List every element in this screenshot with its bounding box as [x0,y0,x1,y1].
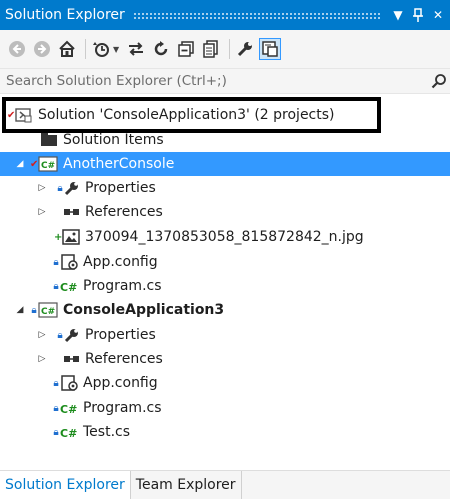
tree-item-program-cs[interactable]: 🔒︎ C# Program.cs [0,274,450,298]
properties-label: Properties [85,327,156,343]
dropdown-icon[interactable]: ▼ [390,5,406,25]
tab-team-explorer[interactable]: Team Explorer [131,471,242,499]
csharp-file-icon: C# [60,279,78,293]
expand-arrow-icon[interactable]: ▷ [36,207,48,217]
bottom-tabs: Solution Explorer Team Explorer [0,470,450,499]
title-bar: Solution Explorer ▼ ✕ [0,0,450,30]
solution-items-label: Solution Items [63,132,164,148]
tree-item-app-config[interactable]: 🔒︎ App.config [0,250,450,274]
drag-grip[interactable] [132,11,382,19]
preview-icon[interactable] [259,38,282,60]
history-icon[interactable] [90,38,112,60]
tree-item-image-file[interactable]: + 370094_1370853058_815872842_n.jpg [0,225,450,249]
folder-icon [40,133,58,147]
wrench-icon [64,327,80,343]
svg-text:C#: C# [60,427,77,439]
references-icon [64,353,80,365]
tab-solution-explorer[interactable]: Solution Explorer [0,471,131,499]
references-label: References [85,204,163,220]
tree-item-solution[interactable]: ✔ Solution 'ConsoleApplication3' (2 proj… [0,103,450,127]
csharp-project-icon: C# [38,156,58,172]
program-cs-label: Program.cs [83,278,162,294]
solution-label: Solution 'ConsoleApplication3' (2 projec… [38,107,335,123]
checkmark-icon: ✔ [30,158,39,170]
tree-item-app-config[interactable]: 🔒︎ App.config [0,371,450,395]
solution-icon [15,107,33,123]
lock-icon: 🔒︎ [53,426,59,438]
expand-arrow-icon[interactable]: ▷ [36,354,48,364]
svg-text:C#: C# [41,161,55,171]
lock-icon: 🔒︎ [53,402,59,414]
pin-icon[interactable] [410,5,426,25]
lock-icon: 🔒︎ [53,280,59,292]
refresh-icon[interactable] [150,38,172,60]
search-input[interactable] [0,73,428,89]
tree-item-properties[interactable]: ▷ 🔒︎ Properties [0,323,450,347]
svg-text:C#: C# [41,307,55,317]
back-icon[interactable] [6,38,28,60]
search-bar [0,68,450,94]
svg-text:C#: C# [60,281,77,293]
forward-icon[interactable] [31,38,53,60]
checkmark-icon: ✔ [7,109,16,121]
solution-tree: ✔ Solution 'ConsoleApplication3' (2 proj… [0,96,450,468]
references-label: References [85,351,163,367]
csharp-file-icon: C# [60,425,78,439]
history-dropdown-icon[interactable]: ▼ [113,45,119,54]
test-cs-label: Test.cs [83,424,131,440]
home-icon[interactable] [56,38,78,60]
properties-label: Properties [85,180,156,196]
toolbar-separator [229,39,231,59]
window-title: Solution Explorer [5,7,125,23]
lock-icon: 🔒︎ [57,182,63,194]
config-file-icon [60,375,78,391]
lock-icon: 🔒︎ [31,304,37,316]
tree-item-project-anotherconsole[interactable]: ◢ ✔ C# AnotherConsole [0,152,450,176]
tree-item-program-cs[interactable]: 🔒︎ C# Program.cs [0,396,450,420]
expand-arrow-icon[interactable]: ▷ [36,183,48,193]
image-file-label: 370094_1370853058_815872842_n.jpg [85,229,364,245]
csharp-project-icon: C# [38,302,58,318]
collapse-all-icon[interactable] [175,38,197,60]
tree-item-references[interactable]: ▷ References [0,200,450,224]
show-all-files-icon[interactable] [200,38,222,60]
config-file-icon [60,254,78,270]
toolbar: ▼ [0,30,450,68]
wrench-icon [64,180,80,196]
tree-item-solution-items[interactable]: Solution Items [0,128,450,152]
lock-icon: 🔒︎ [53,256,59,268]
plus-icon: + [54,231,63,243]
program-cs-label: Program.cs [83,400,162,416]
image-file-icon [62,229,80,245]
sync-icon[interactable] [125,38,147,60]
lock-icon: 🔒︎ [57,329,63,341]
tree-item-project-consoleapplication3[interactable]: ◢ 🔒︎ C# ConsoleApplication3 [0,298,450,322]
tree-item-test-cs[interactable]: 🔒︎ C# Test.cs [0,420,450,444]
collapse-arrow-icon[interactable]: ◢ [14,159,26,169]
app-config-label: App.config [83,375,158,391]
expand-arrow-icon[interactable]: ▷ [36,330,48,340]
csharp-file-icon: C# [60,401,78,415]
close-icon[interactable]: ✕ [430,5,446,25]
tree-item-references[interactable]: ▷ References [0,347,450,371]
references-icon [64,206,80,218]
project-anotherconsole-label: AnotherConsole [63,156,175,172]
lock-icon: 🔒︎ [53,377,59,389]
svg-text:C#: C# [60,403,77,415]
project-consoleapplication3-label: ConsoleApplication3 [63,302,225,318]
search-icon[interactable] [428,70,450,92]
collapse-arrow-icon[interactable]: ◢ [14,305,26,315]
app-config-label: App.config [83,254,158,270]
toolbar-separator [85,39,86,59]
properties-icon[interactable] [234,38,256,60]
tree-item-properties[interactable]: ▷ 🔒︎ Properties [0,176,450,200]
